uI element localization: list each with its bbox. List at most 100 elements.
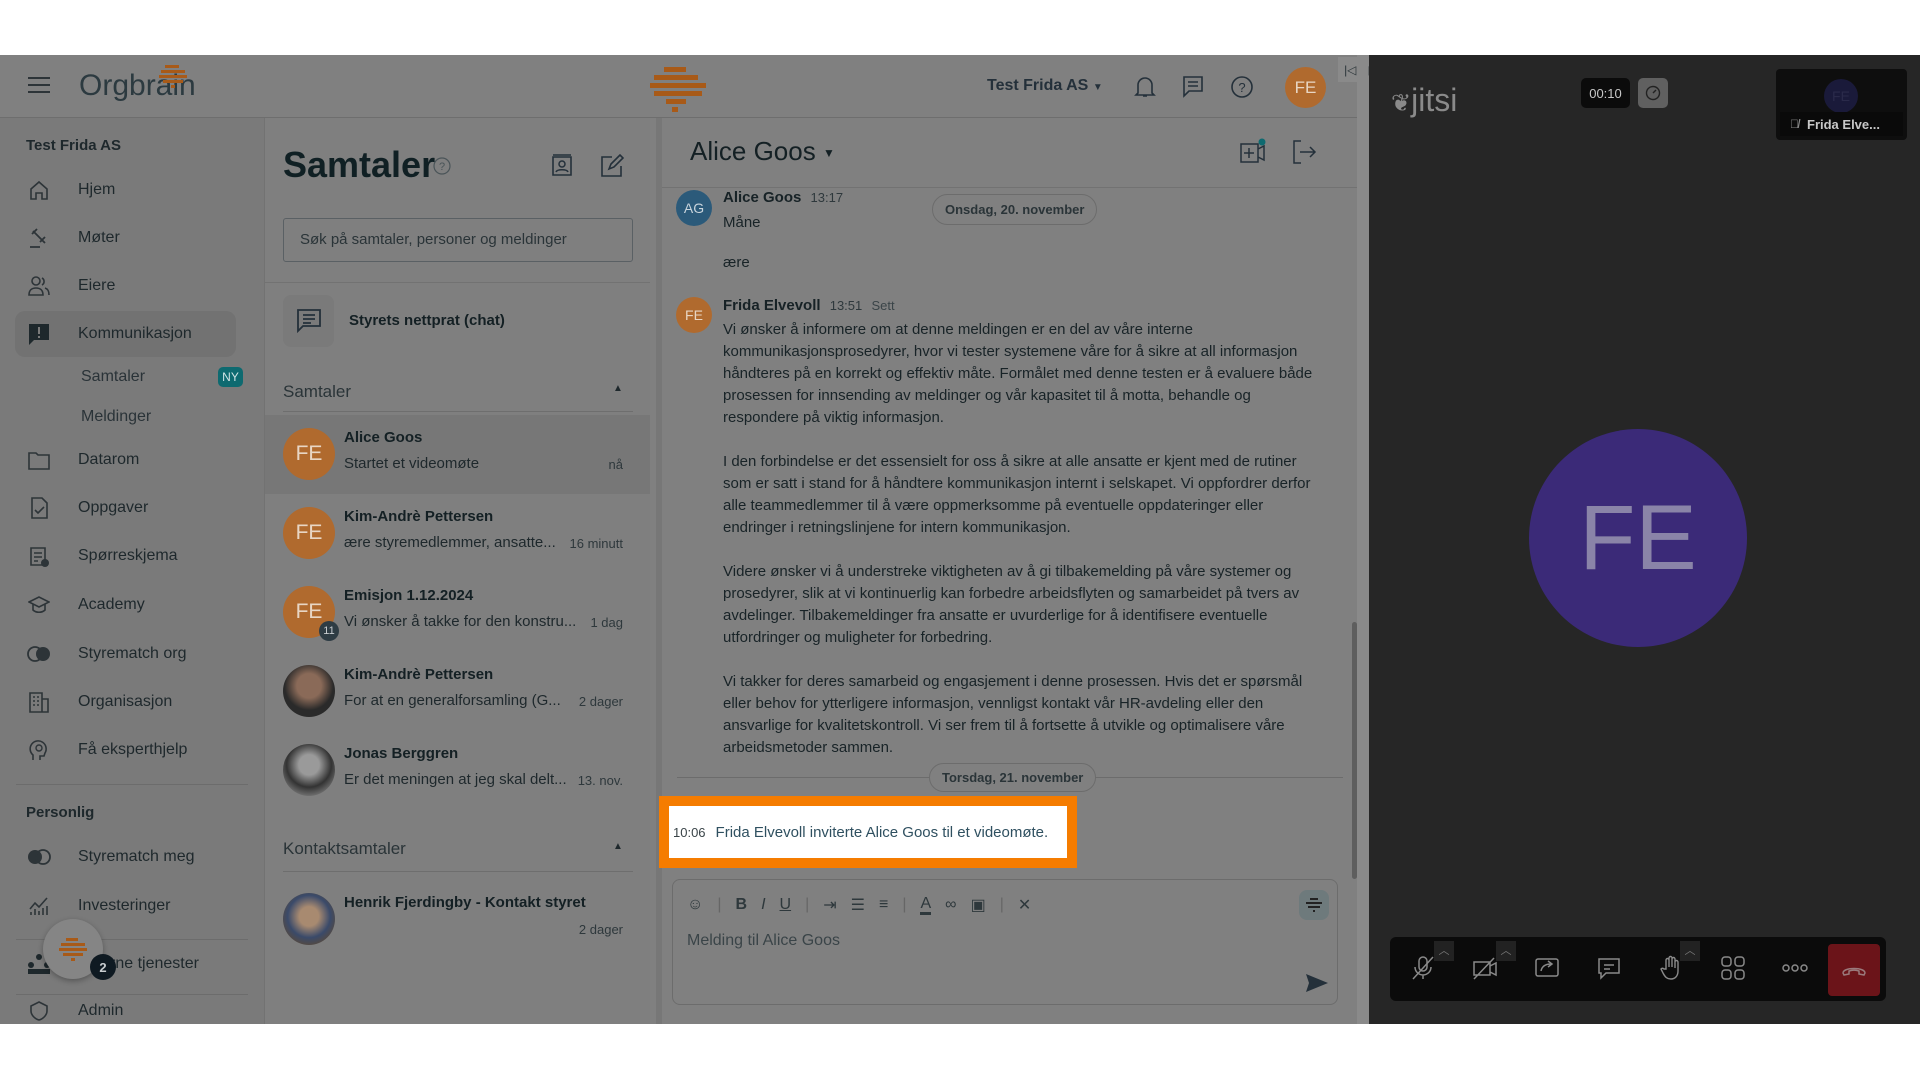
personal-section-title: Personlig [26,804,95,821]
section-header-kontaktsamtaler[interactable]: Kontaktsamtaler [283,839,406,859]
sidebar-item-academy[interactable]: Academy [15,582,236,628]
hangup-button[interactable] [1828,944,1880,996]
collapse-left-icon[interactable]: |◁ [1344,63,1356,77]
panel-splitter[interactable] [1357,55,1369,1024]
camera-options-chevron-icon[interactable]: ︿ [1496,941,1516,961]
clear-format-icon[interactable]: ✕ [1018,895,1031,915]
sidebar-item-styrematch-org[interactable]: Styrematch org [15,631,236,677]
contacts-icon[interactable] [551,154,573,178]
people-icon [15,275,63,297]
sidebar-item-admin[interactable]: Admin [15,1000,236,1022]
chat-button[interactable] [1578,937,1640,999]
more-options-button[interactable] [1764,937,1826,999]
conversation-row[interactable]: FE Alice Goos Startet et videomøte nå [265,415,650,494]
video-add-icon[interactable] [1239,138,1267,166]
conversation-row[interactable]: Jonas Berggren Er det meningen at jeg sk… [265,731,650,810]
sidebar-item-label: Styrematch org [78,645,187,662]
conversation-row[interactable]: FE 11 Emisjon 1.12.2024 Vi ønsker å takk… [265,573,650,652]
tile-view-button[interactable] [1702,937,1764,999]
leave-icon[interactable] [1291,139,1317,165]
sidebar-item-organisasjon[interactable]: Organisasjon [15,679,236,725]
reactions-chevron-icon[interactable]: ︿ [1680,941,1700,961]
share-screen-button[interactable] [1516,937,1578,999]
emoji-icon[interactable]: ☺ [687,896,703,914]
jitsi-logo: ❦jitsi [1391,82,1457,119]
numbered-list-icon[interactable]: ≡ [879,896,888,914]
connection-quality-button[interactable] [1638,78,1668,108]
svg-text:?: ? [1238,80,1245,95]
message-author: Frida Elvevoll [723,297,821,314]
date-separator: Onsdag, 20. november [932,194,1098,225]
sidebar-item-oppgaver[interactable]: Oppgaver [15,485,236,531]
chat-icon[interactable] [1182,75,1204,99]
conversation-time: 1 dag [590,615,623,630]
sidebar-item-eiere[interactable]: Eiere [15,263,236,309]
center-brain-logo-icon [650,67,706,112]
bell-icon[interactable] [1134,75,1156,99]
message-input[interactable]: Melding til Alice Goos [687,932,840,950]
conversation-row[interactable]: Kim-Andrè Pettersen For at en generalfor… [265,652,650,731]
ai-assistant-button[interactable] [1299,890,1329,920]
sidebar-item-label: rne tjenester [110,955,199,972]
text-color-icon[interactable]: A [920,895,932,915]
sidebar-item-moter[interactable]: Møter [15,215,236,261]
building-icon [15,691,63,713]
italic-icon[interactable]: I [761,896,765,914]
jitsi-logo-text: jitsi [1411,82,1458,118]
divider [265,282,650,283]
bullet-list-icon[interactable]: ☰ [851,895,865,915]
indent-icon[interactable]: ⇥ [823,895,836,915]
chat-title[interactable]: Alice Goos ▼ [690,136,835,167]
gauge-icon [1645,85,1661,101]
collapse-caret-icon[interactable]: ▲ [613,841,623,852]
brain-logo-icon [159,65,187,88]
camera-off-icon [1473,957,1497,980]
conversation-row[interactable]: FE Kim-Andrè Pettersen ære styremedlemme… [265,494,650,573]
sidebar-item-investeringer[interactable]: Investeringer [15,883,236,929]
section-header-samtaler[interactable]: Samtaler [283,382,351,402]
sidebar-item-kommunikasjon[interactable]: Kommunikasjon [15,311,236,357]
org-selector-label: Test Frida AS [987,77,1089,94]
brand-logo[interactable]: Orgbrain [79,65,196,103]
graduation-icon [15,594,63,616]
menu-icon[interactable] [28,77,50,93]
conversation-name: Henrik Fjerdingby - Kontakt styret [344,894,586,911]
sidebar-subitem-samtaler[interactable]: Samtaler [81,368,145,386]
board-chat-icon-box[interactable] [283,295,334,347]
search-input[interactable]: Søk på samtaler, personer og meldinger [283,218,633,262]
brain-logo-icon [59,938,87,961]
sidebar-item-hjem[interactable]: Hjem [15,167,236,213]
sidebar-item-label: Academy [78,596,145,613]
mic-options-chevron-icon[interactable]: ︿ [1434,941,1454,961]
board-chat-link[interactable]: Styrets nettprat (chat) [349,312,505,329]
user-avatar[interactable]: FE [1285,67,1326,108]
avatar: AG [676,190,712,226]
link-icon[interactable]: ∞ [945,896,956,914]
help-icon[interactable]: ? [1230,75,1254,99]
screen-share-icon [1535,958,1559,977]
avatar: FE [676,297,712,333]
message-text: ære [723,254,750,271]
send-icon[interactable] [1306,974,1328,992]
collapse-caret-icon[interactable]: ▲ [613,383,623,394]
sidebar-item-datarom[interactable]: Datarom [15,437,236,483]
sidebar-item-eksperthjelp[interactable]: Få eksperthjelp [15,727,236,773]
image-icon[interactable]: ▣ [971,895,986,915]
participant-thumbnail[interactable]: FE 🎙̸ Frida Elve... [1776,69,1907,140]
participant-name: Frida Elve... [1807,116,1880,132]
sidebar-item-styrematch-meg[interactable]: Styrematch meg [15,834,236,880]
match-icon [15,846,63,868]
top-bar: Orgbrain Test Frida AS ▼ ? FE [0,55,1357,118]
help-icon[interactable]: ? [433,157,451,175]
mic-muted-icon: 🎙̸ [1790,117,1799,131]
sidebar-item-sporreskjema[interactable]: Spørreskjema [15,533,236,579]
message-paragraph: I den forbindelse er det essensielt for … [723,453,1311,536]
contact-row[interactable]: Henrik Fjerdingby - Kontakt styret 2 dag… [265,880,650,959]
org-selector[interactable]: Test Frida AS ▼ [987,77,1103,95]
compose-icon[interactable] [600,154,624,178]
bold-icon[interactable]: B [736,896,748,914]
sidebar-subitem-meldinger[interactable]: Meldinger [81,408,151,426]
fab-badge: 2 [90,954,116,980]
composer[interactable]: ☺ | B I U | ⇥ ☰ ≡ | A ∞ ▣ | ✕ Melding til Al… [672,879,1338,1005]
underline-icon[interactable]: U [780,896,792,914]
